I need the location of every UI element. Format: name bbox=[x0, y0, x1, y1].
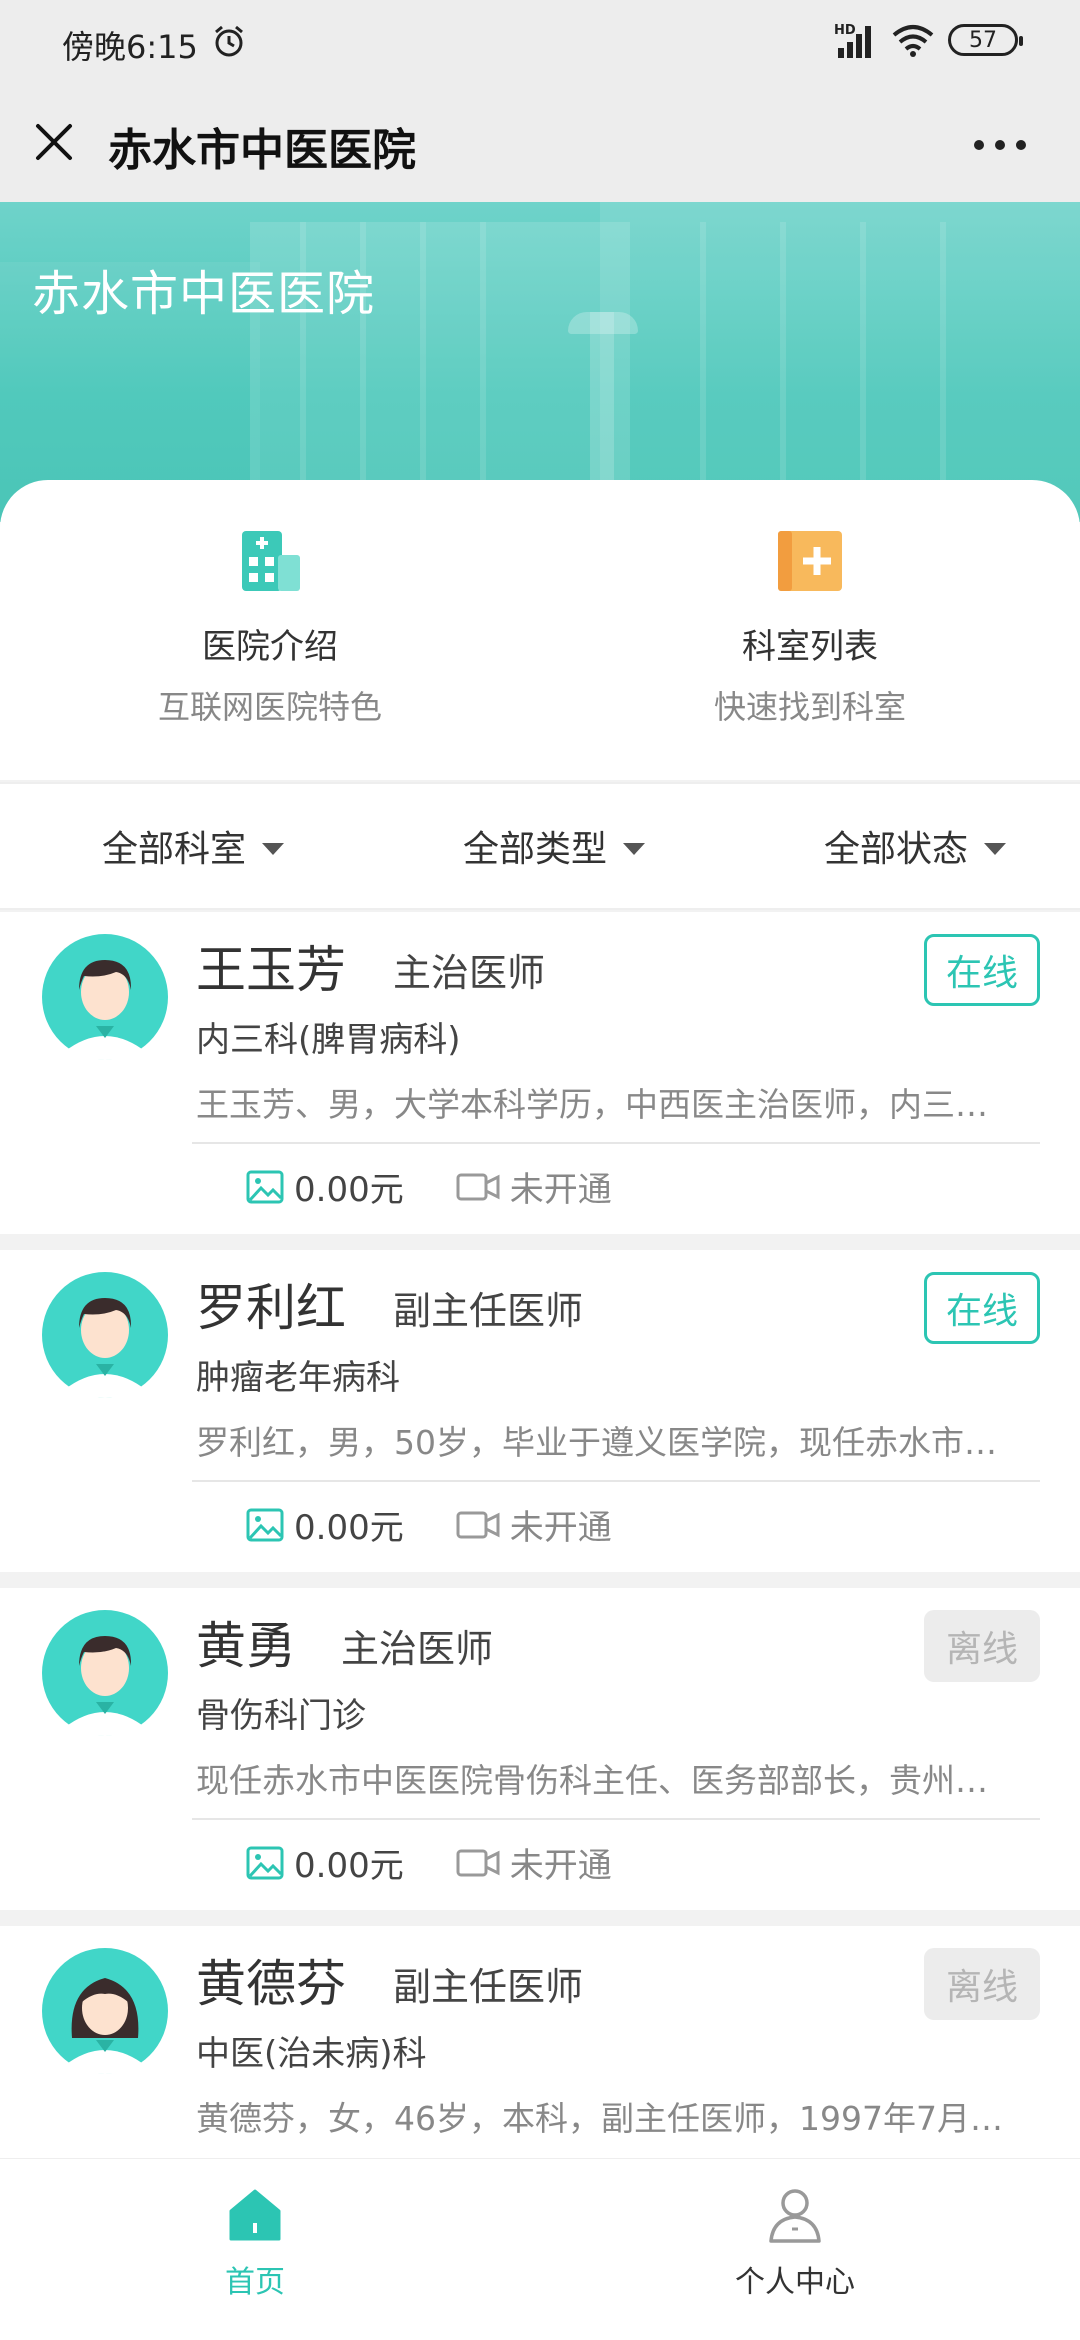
hospital-intro-entry[interactable]: 医院介绍 互联网医院特色 bbox=[50, 525, 490, 728]
doctor-avatar-female-icon bbox=[42, 1948, 168, 2074]
banner-stripe bbox=[780, 222, 786, 522]
status-badge: 离线 bbox=[924, 1948, 1040, 2020]
filter-type[interactable]: 全部类型 bbox=[463, 820, 646, 872]
caret-down-icon bbox=[623, 843, 646, 855]
doctor-card[interactable]: 罗利红 副主任医师 在线 肿瘤老年病科 罗利红，男，50岁，毕业于遵义医学院，现… bbox=[0, 1250, 1080, 1572]
doctor-name: 黄德芬 bbox=[196, 1955, 346, 2013]
banner-stripe bbox=[480, 222, 486, 522]
doctor-avatar-icon bbox=[42, 1610, 168, 1736]
doctor-list: 王玉芳 主治医师 在线 内三科(脾胃病科) 王玉芳、男，大学本科学历，中西医主治… bbox=[0, 912, 1080, 2264]
doctor-name: 黄勇 bbox=[196, 1617, 296, 1675]
entry-title: 医院介绍 bbox=[202, 627, 338, 667]
battery-level: 57 bbox=[969, 27, 997, 53]
video-consult-icon bbox=[456, 1511, 500, 1538]
consult-meta: 0.00元 未开通 bbox=[246, 1162, 612, 1211]
status-badge: 离线 bbox=[924, 1610, 1040, 1682]
cellular-signal-icon: HD bbox=[834, 23, 871, 58]
wifi-icon bbox=[892, 25, 934, 57]
video-status: 未开通 bbox=[509, 1508, 612, 1548]
filter-status[interactable]: 全部状态 bbox=[824, 820, 1007, 872]
consult-price: 0.00元 bbox=[294, 1170, 404, 1210]
tab-home[interactable]: 首页 bbox=[105, 2185, 405, 2301]
banner-stripe bbox=[860, 222, 866, 522]
consult-meta: 0.00元 未开通 bbox=[246, 1500, 612, 1549]
doctor-title: 副主任医师 bbox=[393, 1289, 584, 1333]
doctor-avatar-icon bbox=[42, 934, 168, 1060]
home-icon bbox=[229, 2189, 281, 2241]
banner-title: 赤水市中医医院 bbox=[32, 266, 376, 322]
quick-entry-card: 医院介绍 互联网医院特色 科室列表 快速找到科室 bbox=[0, 480, 1080, 780]
entry-subtitle: 互联网医院特色 bbox=[157, 688, 382, 726]
divider bbox=[192, 1480, 1040, 1482]
status-bar: 傍晚6:15 HD 57 bbox=[0, 0, 1080, 86]
caret-down-icon bbox=[984, 843, 1007, 855]
divider bbox=[192, 1818, 1040, 1820]
doctor-title: 副主任医师 bbox=[393, 1965, 584, 2009]
nav-bar: 赤水市中医医院 bbox=[0, 86, 1080, 202]
network-type: HD bbox=[834, 23, 856, 38]
close-icon[interactable] bbox=[30, 118, 78, 166]
banner-stripe bbox=[700, 222, 706, 522]
doctor-description: 黄德芬，女，46岁，本科，副主任医师，1997年7月… bbox=[196, 2099, 1003, 2138]
filter-bar: 全部科室 全部类型 全部状态 bbox=[0, 782, 1080, 910]
tab-label: 首页 bbox=[225, 2265, 285, 2300]
banner-stripe bbox=[940, 222, 946, 522]
doctor-department: 肿瘤老年病科 bbox=[196, 1358, 400, 1398]
alarm-clock-icon bbox=[215, 25, 243, 57]
image-consult-icon bbox=[246, 1846, 284, 1879]
doctor-department: 中医(治未病)科 bbox=[196, 2034, 427, 2074]
hospital-building-icon bbox=[242, 531, 300, 591]
doctor-name: 罗利红 bbox=[196, 1279, 346, 1337]
doctor-card[interactable]: 王玉芳 主治医师 在线 内三科(脾胃病科) 王玉芳、男，大学本科学历，中西医主治… bbox=[0, 912, 1080, 1234]
caret-down-icon bbox=[262, 843, 285, 855]
filter-label: 全部状态 bbox=[824, 829, 969, 870]
doctor-card[interactable]: 黄勇 主治医师 离线 骨伤科门诊 现任赤水市中医医院骨伤科主任、医务部部长，贵州… bbox=[0, 1588, 1080, 1910]
entry-title: 科室列表 bbox=[742, 627, 878, 667]
status-time: 傍晚6:15 bbox=[62, 28, 198, 66]
battery-indicator: 57 bbox=[948, 24, 1023, 56]
doctor-title: 主治医师 bbox=[341, 1627, 494, 1671]
status-badge: 在线 bbox=[924, 1272, 1040, 1344]
medical-folder-icon bbox=[778, 531, 842, 591]
bottom-tab-bar: 首页 个人中心 bbox=[0, 2158, 1080, 2340]
doctor-name: 王玉芳 bbox=[196, 941, 346, 999]
doctor-description: 王玉芳、男，大学本科学历，中西医主治医师，内三… bbox=[196, 1085, 988, 1124]
consult-price: 0.00元 bbox=[294, 1846, 404, 1886]
more-options-icon[interactable] bbox=[972, 138, 1028, 152]
video-status: 未开通 bbox=[509, 1846, 612, 1886]
entry-subtitle: 快速找到科室 bbox=[713, 688, 906, 726]
image-consult-icon bbox=[246, 1170, 284, 1203]
doctor-department: 内三科(脾胃病科) bbox=[196, 1020, 461, 1060]
image-consult-icon bbox=[246, 1508, 284, 1541]
hospital-banner: 赤水市中医医院 bbox=[0, 202, 1080, 522]
user-icon bbox=[769, 2189, 821, 2243]
filter-label: 全部类型 bbox=[463, 829, 608, 870]
filter-department[interactable]: 全部科室 bbox=[102, 820, 285, 872]
consult-price: 0.00元 bbox=[294, 1508, 404, 1548]
video-consult-icon bbox=[456, 1173, 500, 1200]
doctor-department: 骨伤科门诊 bbox=[196, 1696, 366, 1736]
status-badge: 在线 bbox=[924, 934, 1040, 1006]
divider bbox=[192, 1142, 1040, 1144]
doctor-title: 主治医师 bbox=[393, 951, 546, 995]
tab-profile[interactable]: 个人中心 bbox=[645, 2185, 945, 2301]
consult-meta: 0.00元 未开通 bbox=[246, 1838, 612, 1887]
video-consult-icon bbox=[456, 1849, 500, 1876]
tab-label: 个人中心 bbox=[735, 2265, 855, 2300]
video-status: 未开通 bbox=[509, 1170, 612, 1210]
doctor-description: 现任赤水市中医医院骨伤科主任、医务部部长，贵州… bbox=[196, 1761, 988, 1800]
nav-title: 赤水市中医医院 bbox=[108, 125, 416, 176]
department-list-entry[interactable]: 科室列表 快速找到科室 bbox=[590, 525, 1030, 728]
filter-label: 全部科室 bbox=[102, 829, 247, 870]
doctor-description: 罗利红，男，50岁，毕业于遵义医学院，现任赤水市… bbox=[196, 1423, 997, 1462]
doctor-avatar-icon bbox=[42, 1272, 168, 1398]
banner-building-bg bbox=[600, 202, 1080, 522]
banner-stripe bbox=[420, 222, 426, 522]
